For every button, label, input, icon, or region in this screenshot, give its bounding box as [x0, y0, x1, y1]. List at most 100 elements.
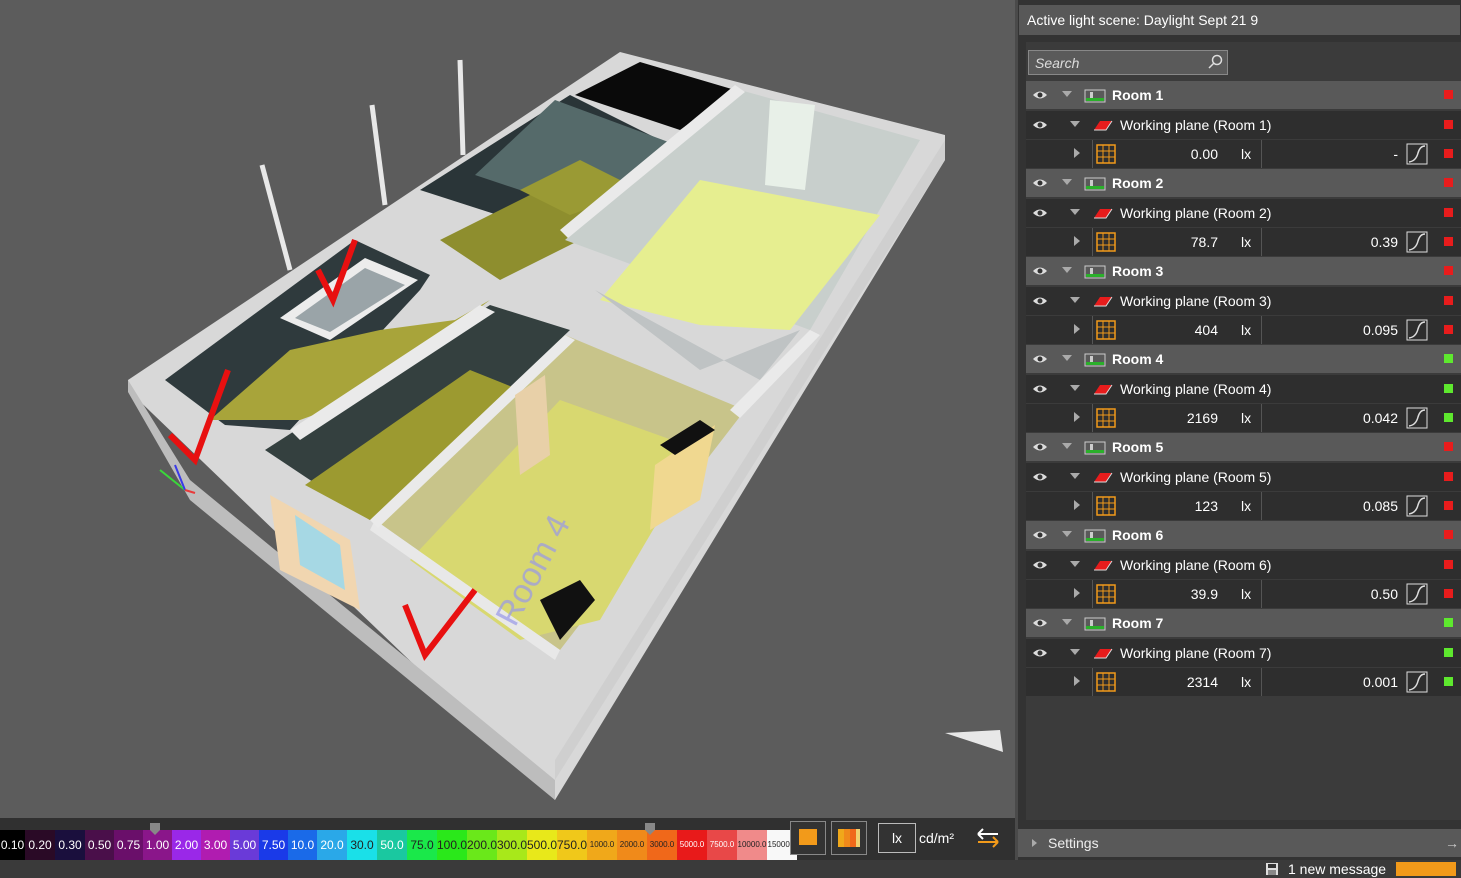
- working-plane-icon: [1094, 384, 1113, 395]
- 3d-viewport[interactable]: Room 4: [0, 0, 1015, 818]
- collapse-plane-icon[interactable]: [1070, 649, 1080, 655]
- gradient-mode-button[interactable]: [831, 821, 867, 855]
- visibility-eye-icon[interactable]: [1032, 382, 1048, 396]
- visibility-eye-icon[interactable]: [1032, 294, 1048, 308]
- expand-results-icon[interactable]: [1074, 324, 1080, 334]
- collapse-room-icon[interactable]: [1062, 267, 1072, 273]
- visibility-eye-icon[interactable]: [1032, 440, 1048, 454]
- working-plane-row[interactable]: Working plane (Room 7): [1026, 639, 1461, 667]
- room-row[interactable]: Room 1: [1026, 81, 1461, 109]
- unit-lx-button[interactable]: lx: [878, 823, 916, 853]
- legend-max-slider[interactable]: [645, 822, 655, 835]
- light-scene-panel: Active light scene: Daylight Sept 21 9 S…: [1018, 0, 1461, 860]
- visibility-eye-icon[interactable]: [1032, 528, 1048, 542]
- curve-graph-icon[interactable]: [1406, 407, 1428, 429]
- working-plane-row[interactable]: Working plane (Room 5): [1026, 463, 1461, 491]
- collapse-room-icon[interactable]: [1062, 355, 1072, 361]
- room-row[interactable]: Room 3: [1026, 257, 1461, 285]
- room-status-indicator: [1444, 618, 1453, 627]
- illuminance-row[interactable]: 0.00 lx -: [1026, 140, 1461, 168]
- illuminance-row[interactable]: 2314 lx 0.001: [1026, 668, 1461, 696]
- room-icon: [1084, 529, 1106, 543]
- curve-graph-icon[interactable]: [1406, 671, 1428, 693]
- floor-plan-render[interactable]: Room 4: [0, 0, 1015, 818]
- collapse-room-icon[interactable]: [1062, 531, 1072, 537]
- grid-calc-icon[interactable]: [1096, 144, 1116, 164]
- collapse-plane-icon[interactable]: [1070, 209, 1080, 215]
- visibility-eye-icon[interactable]: [1032, 352, 1048, 366]
- legend-swatch: 500.0: [527, 830, 557, 860]
- settings-section[interactable]: Settings →: [1018, 829, 1461, 857]
- color-mode-button[interactable]: [790, 821, 826, 855]
- grid-calc-icon[interactable]: [1096, 232, 1116, 252]
- collapse-plane-icon[interactable]: [1070, 473, 1080, 479]
- curve-graph-icon[interactable]: [1406, 231, 1428, 253]
- illuminance-row[interactable]: 39.9 lx 0.50: [1026, 580, 1461, 608]
- message-indicator[interactable]: [1396, 862, 1456, 876]
- visibility-eye-icon[interactable]: [1032, 88, 1048, 102]
- legend-swatch: 10.0: [288, 830, 317, 860]
- working-plane-row[interactable]: Working plane (Room 1): [1026, 111, 1461, 139]
- search-icon[interactable]: [1207, 54, 1223, 70]
- room-row[interactable]: Room 2: [1026, 169, 1461, 197]
- expand-results-icon[interactable]: [1074, 412, 1080, 422]
- collapse-plane-icon[interactable]: [1070, 561, 1080, 567]
- visibility-eye-icon[interactable]: [1032, 176, 1048, 190]
- legend-swatch: 2.00: [172, 830, 201, 860]
- expand-results-icon[interactable]: [1074, 676, 1080, 686]
- collapse-room-icon[interactable]: [1062, 179, 1072, 185]
- new-message-text[interactable]: 1 new message: [1288, 861, 1386, 877]
- room-row[interactable]: Room 4: [1026, 345, 1461, 373]
- room-row[interactable]: Room 5: [1026, 433, 1461, 461]
- legend-swatch: 300.0: [497, 830, 527, 860]
- working-plane-icon: [1094, 648, 1113, 659]
- collapse-room-icon[interactable]: [1062, 91, 1072, 97]
- settings-arrow-icon[interactable]: →: [1445, 829, 1459, 857]
- save-icon[interactable]: [1265, 862, 1279, 876]
- room-row[interactable]: Room 7: [1026, 609, 1461, 637]
- grid-calc-icon[interactable]: [1096, 584, 1116, 604]
- working-plane-name: Working plane (Room 1): [1120, 117, 1272, 133]
- collapse-plane-icon[interactable]: [1070, 121, 1080, 127]
- expand-results-icon[interactable]: [1074, 148, 1080, 158]
- expand-results-icon[interactable]: [1074, 588, 1080, 598]
- collapse-room-icon[interactable]: [1062, 619, 1072, 625]
- working-plane-row[interactable]: Working plane (Room 6): [1026, 551, 1461, 579]
- grid-calc-icon[interactable]: [1096, 496, 1116, 516]
- curve-graph-icon[interactable]: [1406, 319, 1428, 341]
- collapse-plane-icon[interactable]: [1070, 385, 1080, 391]
- curve-graph-icon[interactable]: [1406, 495, 1428, 517]
- visibility-eye-icon[interactable]: [1032, 616, 1048, 630]
- visibility-eye-icon[interactable]: [1032, 206, 1048, 220]
- collapse-room-icon[interactable]: [1062, 443, 1072, 449]
- legend-swatch: 1000.0: [587, 830, 617, 860]
- unit-cd-button[interactable]: cd/m²: [919, 823, 961, 853]
- search-input[interactable]: Search: [1028, 50, 1228, 75]
- expand-results-icon[interactable]: [1074, 236, 1080, 246]
- visibility-eye-icon[interactable]: [1032, 264, 1048, 278]
- illuminance-row[interactable]: 2169 lx 0.042: [1026, 404, 1461, 432]
- illuminance-row[interactable]: 404 lx 0.095: [1026, 316, 1461, 344]
- illuminance-row[interactable]: 123 lx 0.085: [1026, 492, 1461, 520]
- curve-graph-icon[interactable]: [1406, 143, 1428, 165]
- grid-calc-icon[interactable]: [1096, 672, 1116, 692]
- room-icon: [1084, 177, 1106, 191]
- room-row[interactable]: Room 6: [1026, 521, 1461, 549]
- collapse-plane-icon[interactable]: [1070, 297, 1080, 303]
- working-plane-row[interactable]: Working plane (Room 3): [1026, 287, 1461, 315]
- legend-min-slider[interactable]: [150, 822, 160, 835]
- visibility-eye-icon[interactable]: [1032, 118, 1048, 132]
- illuminance-row[interactable]: 78.7 lx 0.39: [1026, 228, 1461, 256]
- grid-calc-icon[interactable]: [1096, 320, 1116, 340]
- working-plane-row[interactable]: Working plane (Room 4): [1026, 375, 1461, 403]
- illuminance-unit: lx: [1241, 674, 1252, 690]
- visibility-eye-icon[interactable]: [1032, 558, 1048, 572]
- visibility-eye-icon[interactable]: [1032, 646, 1048, 660]
- grid-calc-icon[interactable]: [1096, 408, 1116, 428]
- expand-results-icon[interactable]: [1074, 500, 1080, 510]
- working-plane-row[interactable]: Working plane (Room 2): [1026, 199, 1461, 227]
- curve-graph-icon[interactable]: [1406, 583, 1428, 605]
- visibility-eye-icon[interactable]: [1032, 470, 1048, 484]
- swap-arrows-icon[interactable]: [970, 822, 1006, 856]
- expand-settings-icon[interactable]: [1032, 839, 1037, 847]
